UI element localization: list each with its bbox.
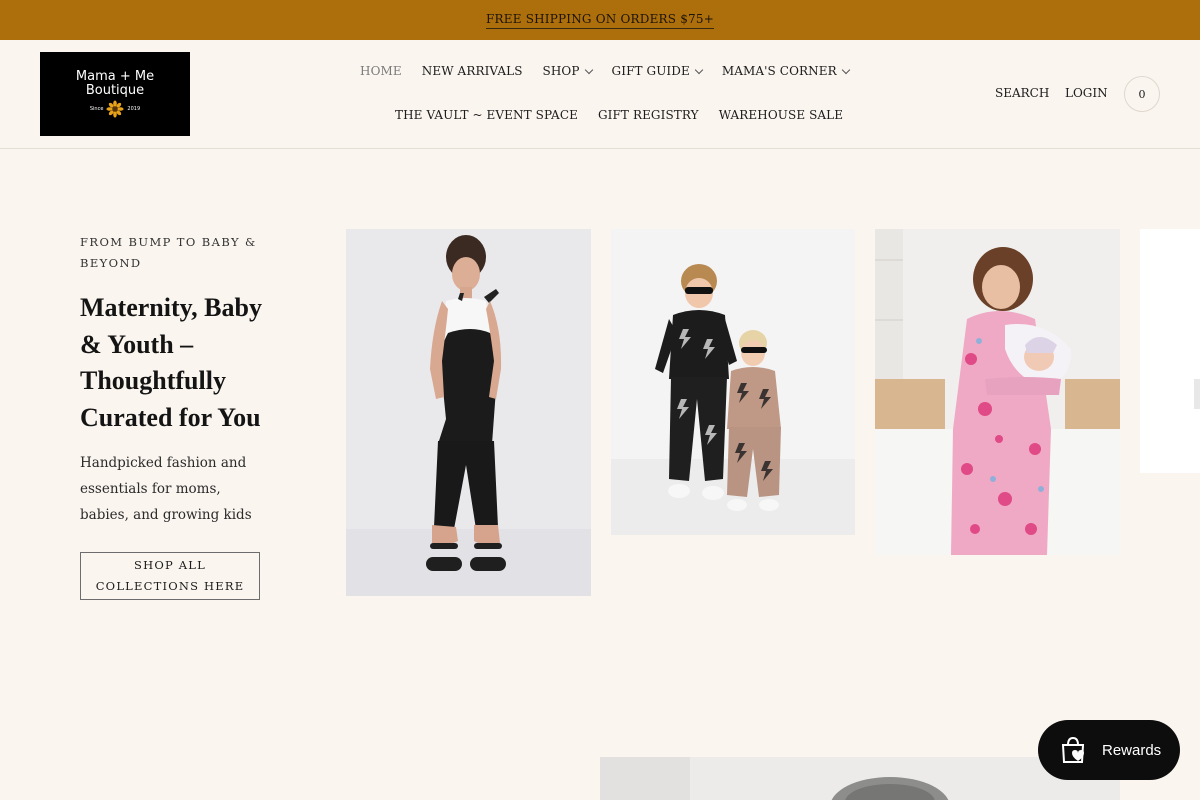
product-image-partial[interactable] [1140,229,1200,473]
floral-robe-photo [875,229,1120,555]
nav-item-label: GIFT REGISTRY [597,108,699,122]
product-image-kids-lightning-sets[interactable] [611,229,855,535]
nav-item-label: WAREHOUSE SALE [718,108,844,122]
shopping-bag-heart-icon [1061,736,1085,763]
nav-item-warehouse-sale[interactable]: WAREHOUSE SALE [719,108,843,122]
nav-item-label: THE VAULT ~ EVENT SPACE [395,108,578,122]
cta-label: SHOP ALL COLLECTIONS HERE [95,558,245,593]
maternity-overalls-photo [346,229,591,596]
nav-item-home[interactable]: HOME [360,64,402,78]
chevron-down-icon [584,65,593,74]
logo-line-1: Mama + Me [75,69,155,84]
kids-lightning-photo [611,229,855,535]
announcement-bar: FREE SHIPPING ON ORDERS $75+ [0,0,1200,40]
hero-text-block: FROM BUMP TO BABY & BEYOND Maternity, Ba… [80,232,270,600]
site-header: Mama + Me Boutique Since 2019 HOME NEW A… [0,40,1200,149]
nav-item-label: NEW ARRIVALS [421,64,523,78]
hero-description: Handpicked fashion and essentials for mo… [80,455,252,523]
logo-year: 2019 [127,106,141,112]
chevron-down-icon [841,65,850,74]
nav-item-gift-registry[interactable]: GIFT REGISTRY [598,108,699,122]
free-shipping-link[interactable]: FREE SHIPPING ON ORDERS $75+ [486,12,714,29]
nav-item-label: GIFT GUIDE [611,64,690,78]
cart-count: 0 [1138,87,1146,101]
shop-all-collections-button[interactable]: SHOP ALL COLLECTIONS HERE [80,552,260,600]
nav-item-label: HOME [360,64,402,78]
nav-item-gift-guide[interactable]: GIFT GUIDE [611,64,704,78]
product-image-floral-robe[interactable] [875,229,1120,555]
nav-item-mamas-corner[interactable]: MAMA'S CORNER [721,64,850,78]
main-nav-row-1: HOME NEW ARRIVALS SHOP GIFT GUIDE MAMA'S… [360,64,869,78]
rewards-label: Rewards [1102,741,1162,759]
product-image-maternity-overalls[interactable] [346,229,591,596]
logo-since: Since 2019 [90,100,140,118]
hero-eyebrow: FROM BUMP TO BABY & BEYOND [80,235,257,270]
partial-product-photo [1140,229,1200,473]
store-logo[interactable]: Mama + Me Boutique Since 2019 [40,52,190,136]
logo-line-2: Boutique [85,83,145,98]
main-nav-row-2: THE VAULT ~ EVENT SPACE GIFT REGISTRY WA… [395,108,863,122]
rewards-launcher-button[interactable]: Rewards [1038,720,1180,780]
login-link[interactable]: LOGIN [1065,86,1108,100]
hero-headline: Maternity, Baby & Youth – Thoughtfully C… [80,293,262,432]
flower-icon [106,100,124,118]
nav-item-new-arrivals[interactable]: NEW ARRIVALS [422,64,523,78]
nav-item-label: SHOP [542,64,580,78]
chevron-down-icon [694,65,704,74]
nav-item-label: MAMA'S CORNER [721,64,837,78]
nav-item-shop[interactable]: SHOP [542,64,593,78]
logo-since-label: Since [89,106,104,112]
cart-button[interactable]: 0 [1124,76,1160,112]
search-link[interactable]: SEARCH [995,86,1049,100]
nav-item-the-vault[interactable]: THE VAULT ~ EVENT SPACE [395,108,578,122]
